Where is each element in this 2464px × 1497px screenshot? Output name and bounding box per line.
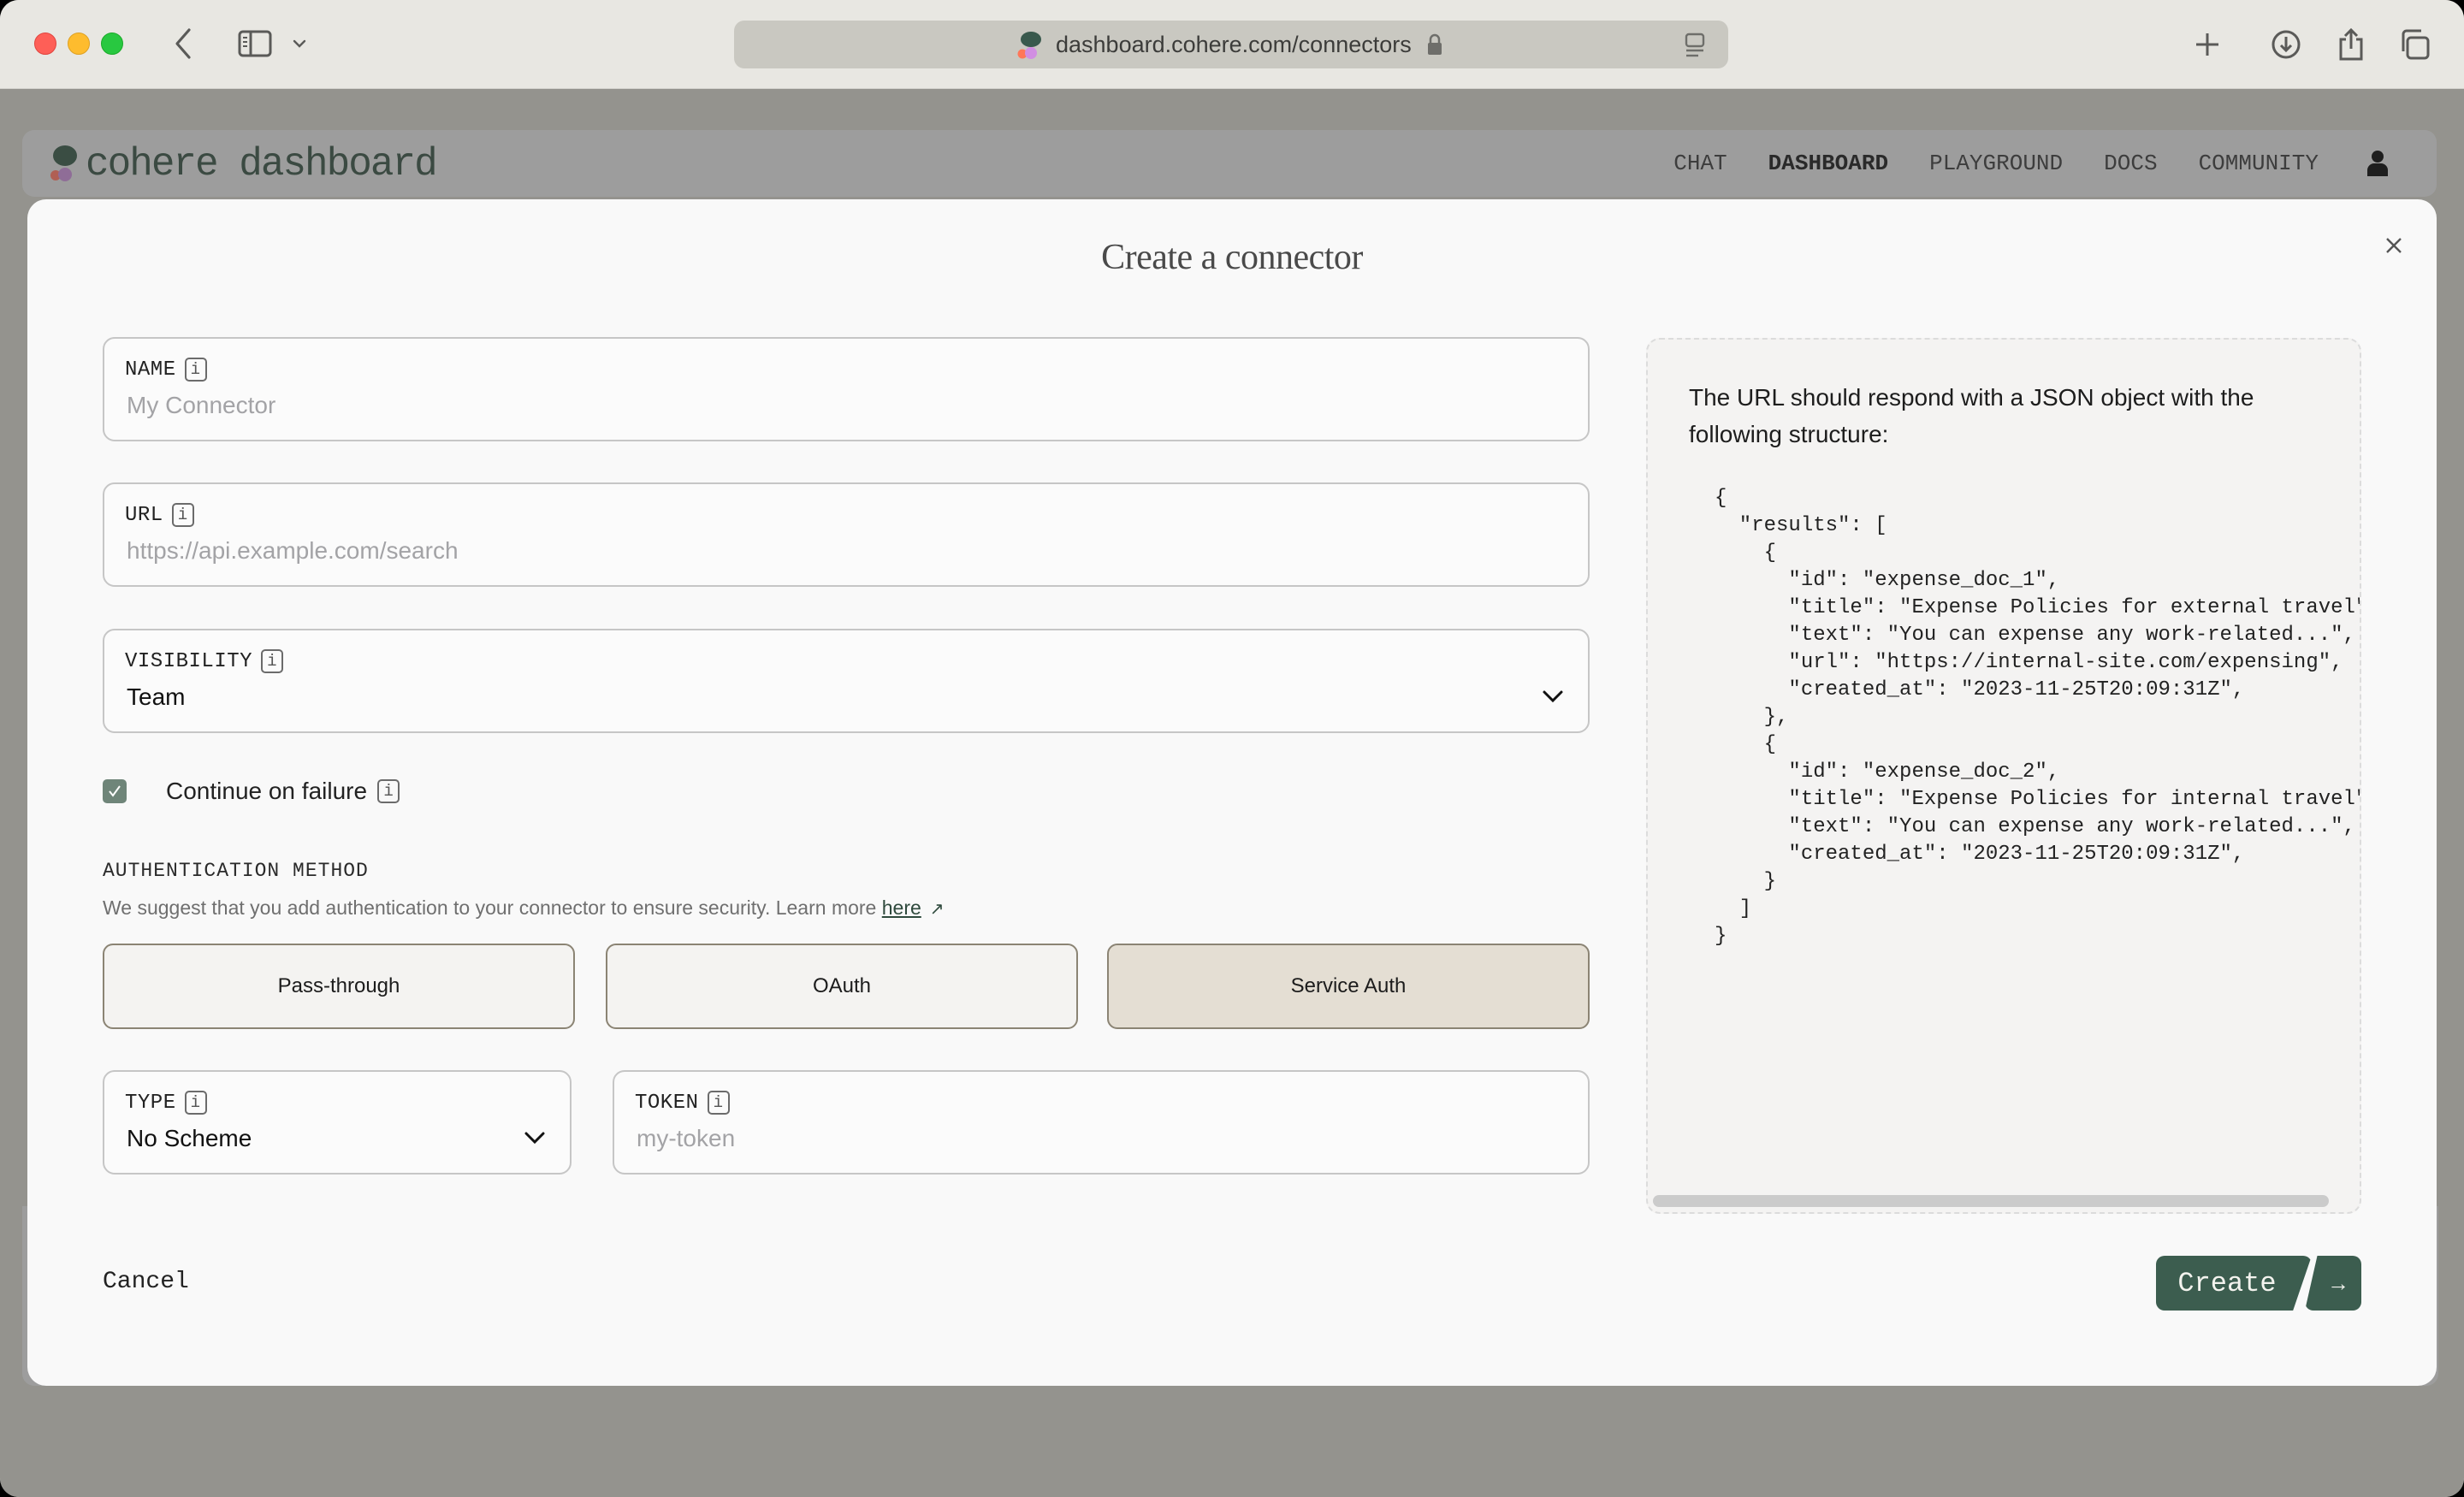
token-label: TOKEN	[635, 1091, 699, 1115]
lock-icon	[1428, 33, 1442, 55]
auth-option-pass-through[interactable]: Pass-through	[103, 944, 575, 1029]
horizontal-scrollbar[interactable]	[1653, 1195, 2329, 1207]
code-line: "created_at": "2023-11-25T20:09:31Z",	[1715, 843, 2245, 866]
schema-code-block: { "results": [ { "id": "expense_doc_1", …	[1715, 485, 2361, 950]
code-line: }	[1715, 925, 1727, 948]
type-select[interactable]: TYPE i No Scheme	[103, 1070, 572, 1175]
type-label: TYPE	[125, 1091, 176, 1115]
name-input[interactable]: My Connector	[127, 392, 275, 419]
url-input[interactable]: https://api.example.com/search	[127, 537, 459, 565]
cancel-button[interactable]: Cancel	[103, 1269, 189, 1295]
continue-on-failure-row: Continue on failure i	[103, 778, 400, 805]
auth-option-oauth[interactable]: OAuth	[606, 944, 1078, 1029]
user-icon[interactable]	[2366, 150, 2389, 177]
address-bar[interactable]: dashboard.cohere.com/connectors	[734, 21, 1728, 68]
nav-community[interactable]: COMMUNITY	[2199, 151, 2319, 176]
nav-playground[interactable]: PLAYGROUND	[1929, 151, 2063, 176]
code-line: "text": "You can expense any work-relate…	[1715, 624, 2355, 647]
url-label: URL	[125, 503, 163, 527]
logo-text: cohere dashboard	[86, 142, 438, 186]
minimize-window-button[interactable]	[68, 33, 90, 55]
info-icon[interactable]: i	[377, 779, 400, 803]
code-line: {	[1715, 487, 1727, 510]
code-line: "results": [	[1715, 514, 1887, 537]
visibility-select[interactable]: VISIBILITY i Team	[103, 629, 1590, 733]
code-line: "id": "expense_doc_1",	[1715, 569, 2060, 592]
code-line: "text": "You can expense any work-relate…	[1715, 815, 2355, 838]
schema-example-panel: The URL should respond with a JSON objec…	[1646, 338, 2361, 1214]
auth-option-service-auth[interactable]: Service Auth	[1107, 944, 1590, 1029]
nav-dashboard[interactable]: DASHBOARD	[1768, 151, 1888, 176]
info-icon[interactable]: i	[707, 1091, 730, 1115]
code-line: }	[1715, 870, 1777, 893]
app-header: cohere dashboard CHAT DASHBOARD PLAYGROU…	[22, 130, 2437, 197]
code-line: "id": "expense_doc_2",	[1715, 760, 2060, 784]
cohere-logo[interactable]: cohere dashboard	[48, 142, 438, 186]
name-field[interactable]: NAME i My Connector	[103, 337, 1590, 441]
chevron-down-icon	[524, 1132, 545, 1145]
fullscreen-window-button[interactable]	[101, 33, 123, 55]
code-line: {	[1715, 733, 1777, 756]
code-line: "title": "Expense Policies for internal …	[1715, 788, 2361, 811]
sidebar-icon[interactable]	[236, 27, 274, 60]
code-line: ]	[1715, 897, 1752, 920]
visibility-label: VISIBILITY	[125, 649, 253, 673]
close-icon[interactable]	[2377, 228, 2411, 263]
token-input[interactable]: my-token	[637, 1125, 735, 1152]
create-button[interactable]: Create	[2156, 1256, 2312, 1311]
create-connector-modal: Create a connector NAME i My Connector U…	[27, 199, 2437, 1386]
url-text: dashboard.cohere.com/connectors	[1056, 32, 1412, 57]
type-value: No Scheme	[127, 1125, 252, 1151]
info-icon[interactable]: i	[184, 1091, 207, 1115]
cohere-logo-icon	[50, 145, 77, 181]
code-line: "created_at": "2023-11-25T20:09:31Z",	[1715, 678, 2245, 701]
info-icon[interactable]: i	[261, 649, 284, 673]
chevron-down-icon	[1543, 690, 1563, 703]
browser-window: dashboard.cohere.com/connectors cohere d…	[0, 0, 2464, 1497]
download-icon[interactable]	[2267, 26, 2305, 63]
token-field[interactable]: TOKEN i my-token	[613, 1070, 1590, 1175]
chevron-down-icon[interactable]	[289, 31, 310, 56]
back-icon[interactable]	[168, 24, 198, 63]
visibility-value: Team	[127, 683, 186, 710]
arrow-right-icon[interactable]: →	[2305, 1256, 2361, 1311]
code-line: },	[1715, 706, 1789, 729]
new-tab-plus-icon[interactable]	[2189, 26, 2226, 63]
info-icon[interactable]: i	[171, 503, 194, 527]
schema-description: The URL should respond with a JSON objec…	[1689, 384, 2254, 447]
name-label: NAME	[125, 358, 176, 382]
nav-chat[interactable]: CHAT	[1673, 151, 1727, 176]
site-favicon-icon	[1017, 32, 1041, 59]
info-icon[interactable]: i	[184, 358, 207, 382]
reader-icon[interactable]	[1684, 33, 1706, 58]
auth-method-heading: AUTHENTICATION METHOD	[103, 860, 369, 882]
nav-docs[interactable]: DOCS	[2104, 151, 2157, 176]
external-link-icon: ↗	[929, 900, 945, 919]
browser-toolbar: dashboard.cohere.com/connectors	[0, 0, 2464, 89]
continue-on-failure-checkbox[interactable]	[103, 779, 127, 803]
learn-more-link[interactable]: here	[882, 896, 921, 919]
code-line: {	[1715, 541, 1777, 565]
url-field[interactable]: URL i https://api.example.com/search	[103, 482, 1590, 587]
share-icon[interactable]	[2332, 26, 2370, 63]
close-window-button[interactable]	[34, 33, 56, 55]
auth-help-text: We suggest that you add authentication t…	[103, 896, 945, 919]
continue-on-failure-label: Continue on failure	[166, 778, 368, 804]
code-line: "title": "Expense Policies for external …	[1715, 596, 2361, 619]
modal-title: Create a connector	[1101, 238, 1363, 277]
top-nav: CHAT DASHBOARD PLAYGROUND DOCS COMMUNITY	[1673, 130, 2389, 197]
tabs-overview-icon[interactable]	[2396, 26, 2433, 63]
code-line: "url": "https://internal-site.com/expens…	[1715, 651, 2343, 674]
